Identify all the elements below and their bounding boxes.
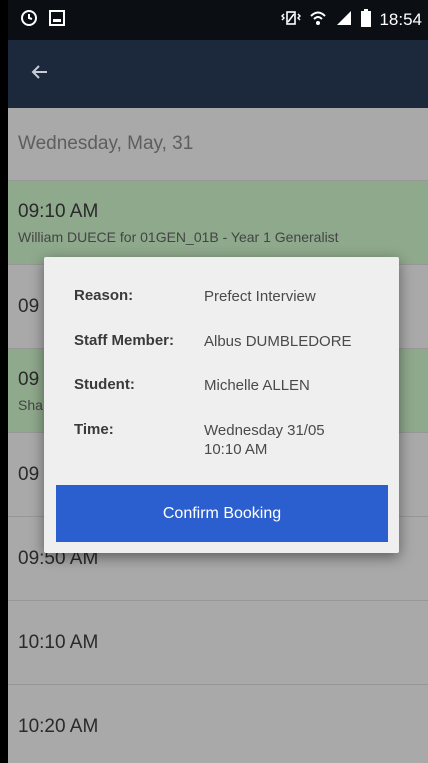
- status-bar: 18:54: [8, 0, 428, 40]
- staff-value: Albus DUMBLEDORE: [204, 333, 352, 350]
- reason-label: Reason:: [74, 287, 134, 304]
- time-value-time: 10:10 AM: [204, 441, 268, 458]
- phone-screen: 18:54 Wednesday, May, 31 09:10 AM Willia…: [8, 0, 428, 763]
- slot-description: William DUECE for 01GEN_01B - Year 1 Gen…: [18, 228, 339, 245]
- time-label: Time:: [74, 421, 114, 438]
- screenshot-icon: [48, 9, 66, 32]
- student-value: Michelle ALLEN: [204, 377, 310, 394]
- confirm-booking-button[interactable]: Confirm Booking: [56, 485, 388, 542]
- clock: 18:54: [379, 10, 422, 29]
- slot-row[interactable]: 10:20 AM: [8, 684, 428, 763]
- signal-icon: [335, 9, 353, 32]
- slot-time: 10:10 AM: [18, 631, 99, 653]
- wifi-icon: [309, 9, 327, 32]
- time-value-date: Wednesday 31/05: [204, 422, 325, 439]
- slot-time: 10:20 AM: [18, 715, 99, 737]
- battery-icon: [361, 8, 372, 32]
- back-button[interactable]: [18, 52, 62, 96]
- app-bar: [8, 40, 428, 108]
- date-header: Wednesday, May, 31: [18, 133, 194, 154]
- staff-label: Staff Member:: [74, 332, 175, 349]
- slot-row[interactable]: 09:10 AM William DUECE for 01GEN_01B - Y…: [8, 180, 428, 264]
- alarm-icon: [20, 9, 38, 32]
- booking-confirmation-dialog: Reason: Prefect Interview Staff Member: …: [44, 257, 399, 553]
- reason-value: Prefect Interview: [204, 288, 316, 305]
- arrow-back-icon: [31, 63, 49, 86]
- vibrate-icon: [281, 9, 302, 32]
- staff-row: Staff Member: Albus DUMBLEDORE: [74, 332, 389, 351]
- slot-row[interactable]: 10:10 AM: [8, 600, 428, 684]
- time-row: Time: Wednesday 31/05 10:10 AM: [74, 421, 389, 459]
- time-value: Wednesday 31/05 10:10 AM: [204, 421, 325, 459]
- slot-time: 09:10 AM: [18, 200, 99, 222]
- reason-row: Reason: Prefect Interview: [74, 287, 389, 306]
- student-row: Student: Michelle ALLEN: [74, 376, 389, 395]
- student-label: Student:: [74, 376, 135, 393]
